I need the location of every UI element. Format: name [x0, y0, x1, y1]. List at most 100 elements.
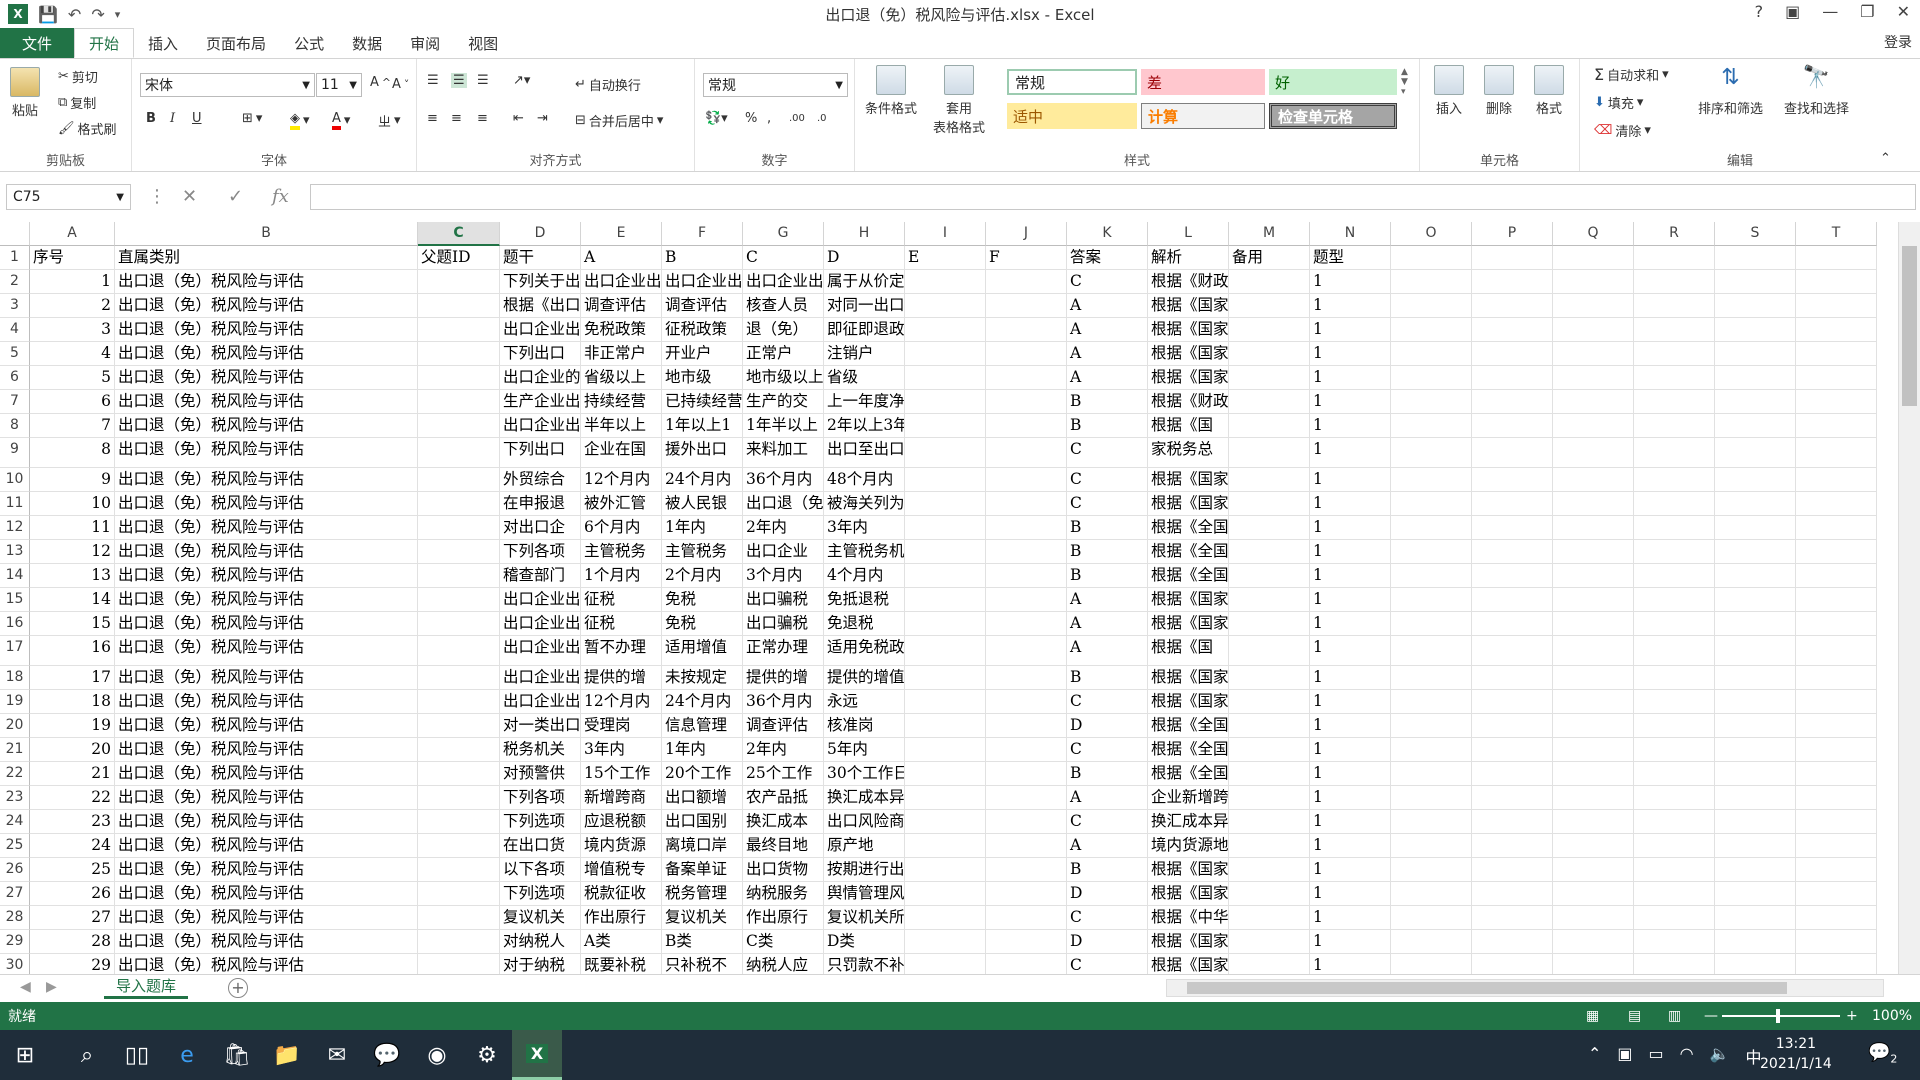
cell[interactable]: 出口企业出	[500, 318, 581, 342]
cell[interactable]	[1634, 714, 1715, 738]
cell[interactable]	[1553, 882, 1634, 906]
cell[interactable]: D	[824, 246, 905, 270]
cell[interactable]: 出口企业	[743, 540, 824, 564]
cell[interactable]	[1634, 342, 1715, 366]
cell[interactable]: D	[1067, 882, 1148, 906]
cell[interactable]	[1634, 834, 1715, 858]
column-header[interactable]: F	[662, 222, 743, 246]
cell[interactable]: 受理岗	[581, 714, 662, 738]
cell[interactable]	[1634, 366, 1715, 390]
clear-button[interactable]: ⌫ 清除 ▾	[1594, 121, 1651, 140]
copy-button[interactable]: ⧉ 复制	[58, 93, 96, 112]
cell[interactable]	[1715, 906, 1796, 930]
cell[interactable]	[1553, 906, 1634, 930]
windows-start-icon[interactable]: ⊞	[0, 1030, 50, 1080]
cell[interactable]: 提供的增值税专用发票抵扣	[824, 666, 905, 690]
cell[interactable]	[1715, 294, 1796, 318]
cell[interactable]	[1796, 762, 1877, 786]
cell[interactable]: 出口企业出	[500, 666, 581, 690]
row-header[interactable]: 30	[0, 954, 30, 974]
cell[interactable]: 出口退（免）税风险与评估	[115, 834, 418, 858]
cell[interactable]: 1	[1310, 414, 1391, 438]
cell[interactable]: 免税	[662, 588, 743, 612]
cell[interactable]: 根据《全国税务机关	[1148, 564, 1229, 588]
store-icon[interactable]: 🛍	[212, 1030, 262, 1080]
cell[interactable]	[1796, 390, 1877, 414]
accounting-format-icon[interactable]: 💱▾	[705, 111, 728, 126]
cell[interactable]: 应退税额	[581, 810, 662, 834]
column-header[interactable]: S	[1715, 222, 1796, 246]
cell[interactable]: 出口骗税	[743, 588, 824, 612]
name-box[interactable]: C75 ▼	[6, 184, 131, 210]
row-header[interactable]: 9	[0, 438, 30, 468]
cell[interactable]: 1	[1310, 882, 1391, 906]
tab-review[interactable]: 审阅	[396, 28, 454, 58]
save-icon[interactable]: 💾	[38, 5, 58, 24]
cell[interactable]	[1634, 906, 1715, 930]
cell[interactable]: 48个月内	[824, 468, 905, 492]
collapse-ribbon-icon[interactable]: ⌃	[1880, 151, 1891, 166]
cell[interactable]	[1472, 564, 1553, 588]
cell[interactable]: 主管税务	[581, 540, 662, 564]
row-header[interactable]: 27	[0, 882, 30, 906]
cell[interactable]	[418, 588, 500, 612]
cell[interactable]: 征税	[581, 588, 662, 612]
cell[interactable]: 根据《国家税务总局	[1148, 930, 1229, 954]
row-header[interactable]: 21	[0, 738, 30, 762]
cell[interactable]: B	[1067, 666, 1148, 690]
cell[interactable]: 纳税人应	[743, 954, 824, 974]
minimize-button[interactable]: —	[1822, 2, 1838, 21]
cell[interactable]	[1229, 438, 1310, 468]
cell[interactable]	[1715, 882, 1796, 906]
cell[interactable]: 免税政策	[581, 318, 662, 342]
wifi-icon[interactable]: ◠	[1680, 1044, 1694, 1068]
cell[interactable]	[1553, 612, 1634, 636]
cell[interactable]: 3年内	[581, 738, 662, 762]
cell[interactable]	[1553, 636, 1634, 666]
align-center-icon[interactable]: ≡	[451, 111, 462, 126]
cell[interactable]	[905, 762, 986, 786]
wechat-icon[interactable]: 💬	[362, 1030, 412, 1080]
cell[interactable]	[1391, 366, 1472, 390]
cell[interactable]	[1472, 810, 1553, 834]
cell[interactable]	[986, 366, 1067, 390]
decrease-decimal-button[interactable]: .0	[817, 113, 827, 124]
format-painter-button[interactable]: 🖌 格式刷	[58, 119, 117, 138]
column-header[interactable]: D	[500, 222, 581, 246]
cell[interactable]	[1391, 390, 1472, 414]
row-header[interactable]: 1	[0, 246, 30, 270]
row-header[interactable]: 13	[0, 540, 30, 564]
cell[interactable]: 换汇成本	[743, 810, 824, 834]
cell[interactable]	[1553, 516, 1634, 540]
cell[interactable]	[986, 858, 1067, 882]
cell[interactable]	[1391, 438, 1472, 468]
cell[interactable]: 3年内	[824, 516, 905, 540]
cell[interactable]	[418, 906, 500, 930]
cell[interactable]: 出口退（免）税风险与评估	[115, 858, 418, 882]
cell[interactable]	[1391, 294, 1472, 318]
cell[interactable]	[1634, 954, 1715, 974]
cell[interactable]	[1715, 270, 1796, 294]
cell[interactable]: 根据《国家税务总局	[1148, 858, 1229, 882]
cell[interactable]	[1634, 318, 1715, 342]
cell[interactable]	[986, 270, 1067, 294]
cell[interactable]	[1391, 516, 1472, 540]
style-check-cell[interactable]: 检查单元格	[1269, 103, 1397, 129]
cell[interactable]: 调查评估	[662, 294, 743, 318]
cell[interactable]	[1229, 540, 1310, 564]
cell[interactable]	[1634, 882, 1715, 906]
cell[interactable]: 8	[30, 438, 115, 468]
cell[interactable]: 信息管理	[662, 714, 743, 738]
cell[interactable]: 下列选项	[500, 882, 581, 906]
cell[interactable]	[1715, 564, 1796, 588]
cell[interactable]: 上一年度净资产大于同期出口	[824, 390, 905, 414]
cell[interactable]: B	[1067, 540, 1148, 564]
cell[interactable]: 出口企业出	[500, 414, 581, 438]
cell[interactable]: A	[1067, 318, 1148, 342]
font-color-button[interactable]: A ▾	[332, 111, 350, 130]
cell[interactable]	[1796, 294, 1877, 318]
page-layout-view-icon[interactable]: ▤	[1628, 1008, 1641, 1024]
cell[interactable]: 适用免税政策	[824, 636, 905, 666]
cell[interactable]	[1472, 666, 1553, 690]
cell[interactable]: 调查评估	[581, 294, 662, 318]
